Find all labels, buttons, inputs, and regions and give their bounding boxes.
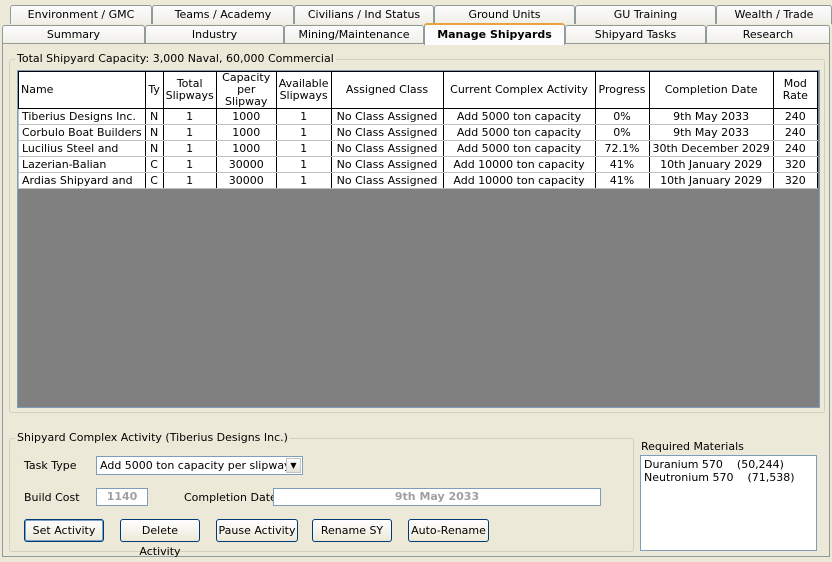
tab-gu-training[interactable]: GU Training [575, 5, 716, 24]
cell: 10th January 2029 [648, 172, 774, 189]
col-total-slipways[interactable]: Total Slipways [162, 71, 217, 109]
table-row[interactable]: Ardias Shipyard and C 1 30000 1 No Class… [18, 172, 818, 189]
cell: Corbulo Boat Builders [18, 124, 146, 141]
col-name[interactable]: Name [18, 71, 146, 109]
tab-industry[interactable]: Industry [145, 25, 284, 44]
col-assigned-class[interactable]: Assigned Class [330, 71, 444, 109]
cell: 1000 [215, 124, 277, 141]
rename-sy-button[interactable]: Rename SY [312, 519, 392, 542]
cell: No Class Assigned [330, 172, 444, 189]
tab-manage-shipyards[interactable]: Manage Shipyards [424, 23, 565, 45]
table-row[interactable]: Lazerian-Balian C 1 30000 1 No Class Ass… [18, 156, 818, 173]
cell: Lazerian-Balian [18, 156, 146, 173]
cell: 0% [594, 108, 650, 125]
cell: 9th May 2033 [648, 108, 774, 125]
build-cost-field[interactable]: 1140 [96, 488, 148, 506]
cell: 30000 [215, 156, 277, 173]
tab-teams-academy[interactable]: Teams / Academy [152, 5, 294, 24]
activity-legend: Shipyard Complex Activity (Tiberius Desi… [15, 431, 290, 444]
cell: Ardias Shipyard and [18, 172, 146, 189]
cell: Tiberius Designs Inc. [18, 108, 146, 125]
tab-ground-units[interactable]: Ground Units [434, 5, 575, 24]
cell: 1 [275, 156, 332, 173]
cell: 1 [162, 140, 217, 157]
task-type-value: Add 5000 ton capacity per slipway [100, 459, 291, 472]
cell: C [144, 172, 164, 189]
cell: 72.1% [594, 140, 650, 157]
cell: 9th May 2033 [648, 124, 774, 141]
cell: 41% [594, 172, 650, 189]
tab-civilians-ind-status[interactable]: Civilians / Ind Status [294, 5, 434, 24]
table-header-row: Name Ty Total Slipways Capacity per Slip… [18, 71, 818, 109]
tab-shipyard-tasks[interactable]: Shipyard Tasks [565, 25, 706, 44]
cell: C [144, 156, 164, 173]
cell: Add 5000 ton capacity [442, 140, 596, 157]
cell: 1 [275, 140, 332, 157]
cell: Add 10000 ton capacity [442, 172, 596, 189]
cell: 240 [772, 108, 818, 125]
cell: Add 5000 ton capacity [442, 124, 596, 141]
list-item: Neutronium 570 (71,538) [644, 471, 795, 484]
table-row[interactable]: Lucilius Steel and N 1 1000 1 No Class A… [18, 140, 818, 157]
cell: 240 [772, 124, 818, 141]
task-type-label: Task Type [24, 459, 77, 472]
cell: N [144, 140, 164, 157]
set-activity-button[interactable]: Set Activity [24, 519, 104, 542]
col-completion-date[interactable]: Completion Date [648, 71, 774, 109]
cell: Add 5000 ton capacity [442, 108, 596, 125]
table-row[interactable]: Corbulo Boat Builders N 1 1000 1 No Clas… [18, 124, 818, 141]
cell: No Class Assigned [330, 124, 444, 141]
cell: No Class Assigned [330, 140, 444, 157]
tab-mining-maintenance[interactable]: Mining/Maintenance [284, 25, 424, 44]
dropdown-arrow-icon[interactable]: ▼ [286, 458, 301, 473]
cell: 41% [594, 156, 650, 173]
completion-date-field[interactable]: 9th May 2033 [273, 488, 601, 506]
required-materials-label: Required Materials [641, 440, 744, 453]
capacity-label: Total Shipyard Capacity: 3,000 Naval, 60… [15, 52, 336, 65]
required-materials-list[interactable]: Duranium 570 (50,244) Neutronium 570 (71… [640, 455, 817, 551]
cell: No Class Assigned [330, 108, 444, 125]
col-type[interactable]: Ty [144, 71, 164, 109]
pause-activity-button[interactable]: Pause Activity [216, 519, 298, 542]
cell: 1 [162, 108, 217, 125]
tab-environment-gmc[interactable]: Environment / GMC [10, 5, 152, 24]
cell: 1 [162, 172, 217, 189]
cell: 1000 [215, 140, 277, 157]
auto-rename-button[interactable]: Auto-Rename [408, 519, 489, 542]
col-progress[interactable]: Progress [594, 71, 650, 109]
cell: 240 [772, 140, 818, 157]
cell: N [144, 124, 164, 141]
cell: No Class Assigned [330, 156, 444, 173]
tab-summary[interactable]: Summary [2, 25, 145, 44]
cell: 1 [162, 124, 217, 141]
tab-wealth-trade[interactable]: Wealth / Trade [716, 5, 832, 24]
cell: 0% [594, 124, 650, 141]
col-current-activity[interactable]: Current Complex Activity [442, 71, 596, 109]
cell: 10th January 2029 [648, 156, 774, 173]
col-mod-rate[interactable]: Mod Rate [772, 71, 818, 109]
col-capacity-per-slipway[interactable]: Capacity per Slipway [215, 71, 277, 109]
cell: 1 [275, 172, 332, 189]
tab-research[interactable]: Research [706, 25, 830, 44]
cell: 1000 [215, 108, 277, 125]
delete-activity-button[interactable]: Delete Activity [120, 519, 200, 558]
shipyard-grid[interactable]: Name Ty Total Slipways Capacity per Slip… [17, 70, 820, 408]
cell: Add 10000 ton capacity [442, 156, 596, 173]
cell: 320 [772, 172, 818, 189]
build-cost-label: Build Cost [24, 491, 80, 504]
cell: 30000 [215, 172, 277, 189]
table-row[interactable]: Tiberius Designs Inc. N 1 1000 1 No Clas… [18, 108, 818, 125]
cell: 1 [275, 108, 332, 125]
shipyard-table: Name Ty Total Slipways Capacity per Slip… [18, 71, 818, 189]
cell: Lucilius Steel and [18, 140, 146, 157]
completion-date-label: Completion Date [184, 491, 277, 504]
cell: 320 [772, 156, 818, 173]
col-available-slipways[interactable]: Available Slipways [275, 71, 332, 109]
list-item: Duranium 570 (50,244) [644, 458, 784, 471]
task-type-select[interactable]: Add 5000 ton capacity per slipway ▼ [96, 456, 303, 475]
cell: 30th December 2029 [648, 140, 774, 157]
cell: 1 [162, 156, 217, 173]
cell: N [144, 108, 164, 125]
cell: 1 [275, 124, 332, 141]
